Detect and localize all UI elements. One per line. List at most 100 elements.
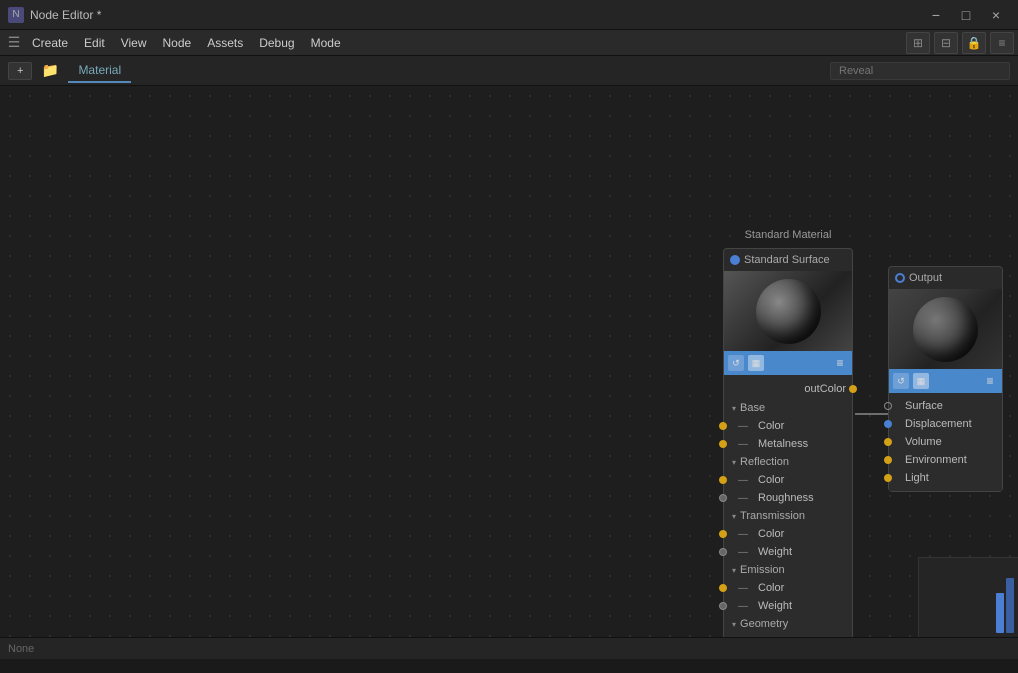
socket-emission-color (719, 584, 727, 592)
section-arrow-transmission: ▾ (732, 512, 736, 521)
socket-reflection-roughness (719, 494, 727, 502)
layout-icon-2[interactable]: ⊟ (934, 32, 958, 54)
menu-node[interactable]: Node (155, 34, 200, 52)
output-title-dot (895, 273, 905, 283)
port-label-output-environment: Environment (895, 454, 967, 466)
menu-right-icons: ⊞ ⊟ 🔒 ≡ (906, 32, 1014, 54)
socket-base-color (719, 422, 727, 430)
menu-view[interactable]: View (113, 34, 155, 52)
section-arrow-geometry: ▾ (732, 620, 736, 629)
socket-transmission-weight (719, 548, 727, 556)
section-label-geometry: Geometry (740, 618, 788, 630)
port-label-base-metalness: Metalness (748, 438, 808, 450)
port-label-output-surface: Surface (895, 400, 943, 412)
port-label-transmission-color: Color (748, 528, 784, 540)
bottom-panel (918, 557, 1018, 637)
node-tab-grid[interactable]: ▦ (748, 355, 764, 371)
window-controls: − □ × (922, 4, 1010, 26)
port-transmission-weight: — Weight (724, 543, 852, 561)
material-tab[interactable]: Material (68, 59, 131, 83)
section-transmission: ▾ Transmission (724, 507, 852, 525)
port-base-metalness: — Metalness (724, 435, 852, 453)
standard-surface-node[interactable]: Standard Material Standard Surface ↺ ▦ ≡… (723, 248, 853, 659)
status-bar: None (0, 637, 1018, 659)
port-transmission-color: — Color (724, 525, 852, 543)
socket-emission-weight (719, 602, 727, 610)
section-label-reflection: Reflection (740, 456, 789, 468)
port-output-environment: Environment (889, 451, 1002, 469)
hamburger-icon[interactable]: ☰ (4, 33, 24, 53)
output-tab-grid[interactable]: ▦ (913, 373, 929, 389)
toolbar: + 📁 Material (0, 56, 1018, 86)
menu-bar: ☰ Create Edit View Node Assets Debug Mod… (0, 30, 1018, 56)
title-bar: N Node Editor * − □ × (0, 0, 1018, 30)
port-emission-weight: — Weight (724, 597, 852, 615)
section-base: ▾ Base (724, 399, 852, 417)
window-title: Node Editor * (30, 8, 922, 22)
node-tab-refresh[interactable]: ↺ (728, 355, 744, 371)
section-label-emission: Emission (740, 564, 785, 576)
output-node-tab-bar: ↺ ▦ ≡ (889, 369, 1002, 393)
section-reflection: ▾ Reflection (724, 453, 852, 471)
lock-icon[interactable]: 🔒 (962, 32, 986, 54)
close-button[interactable]: × (982, 4, 1010, 26)
section-label-transmission: Transmission (740, 510, 805, 522)
output-sphere-preview (913, 297, 978, 362)
status-text: None (8, 643, 34, 655)
menu-edit[interactable]: Edit (76, 34, 113, 52)
node-tab-menu[interactable]: ≡ (832, 355, 848, 371)
section-arrow-base: ▾ (732, 404, 736, 413)
reveal-input[interactable] (830, 62, 1010, 80)
port-emission-color: — Color (724, 579, 852, 597)
layout-icon-1[interactable]: ⊞ (906, 32, 930, 54)
menu-create[interactable]: Create (24, 34, 76, 52)
port-output-light: Light (889, 469, 1002, 487)
port-base-color: — Color (724, 417, 852, 435)
node-title-label: Standard Surface (744, 254, 830, 266)
section-label-base: Base (740, 402, 765, 414)
menu-debug[interactable]: Debug (251, 34, 302, 52)
socket-output-displacement (884, 420, 892, 428)
port-reflection-roughness: — Roughness (724, 489, 852, 507)
menu-assets[interactable]: Assets (199, 34, 251, 52)
socket-output-environment (884, 456, 892, 464)
mini-bars (992, 574, 1018, 637)
canvas-area[interactable]: Standard Material Standard Surface ↺ ▦ ≡… (0, 86, 1018, 659)
add-button[interactable]: + (8, 62, 32, 80)
socket-base-metalness (719, 440, 727, 448)
sphere-preview (756, 279, 821, 344)
section-arrow-emission: ▾ (732, 566, 736, 575)
port-label-emission-weight: Weight (748, 600, 792, 612)
output-tab-refresh[interactable]: ↺ (893, 373, 909, 389)
socket-output-surface (884, 402, 892, 410)
menu-icon[interactable]: ≡ (990, 32, 1014, 54)
socket-reflection-color (719, 476, 727, 484)
node-title-dot (730, 255, 740, 265)
section-geometry: ▾ Geometry (724, 615, 852, 633)
output-port-content: Surface Displacement Volume Environment … (889, 393, 1002, 491)
folder-icon[interactable]: 📁 (40, 61, 60, 81)
port-label-transmission-weight: Weight (748, 546, 792, 558)
output-node-preview (889, 289, 1002, 369)
socket-out-color (849, 385, 857, 393)
connection-lines (0, 86, 1018, 659)
mini-bar-2 (1006, 578, 1014, 633)
port-output-volume: Volume (889, 433, 1002, 451)
output-tab-menu[interactable]: ≡ (982, 373, 998, 389)
node-title-bar: Standard Surface (724, 249, 852, 271)
output-node[interactable]: Output ↺ ▦ ≡ Surface Displacement Volu (888, 266, 1003, 492)
minimize-button[interactable]: − (922, 4, 950, 26)
port-reflection-color: — Color (724, 471, 852, 489)
port-label-output-light: Light (895, 472, 929, 484)
out-color-label: outColor (804, 383, 846, 395)
socket-output-volume (884, 438, 892, 446)
port-label-base-color: Color (748, 420, 784, 432)
node-super-title: Standard Material (724, 229, 852, 241)
maximize-button[interactable]: □ (952, 4, 980, 26)
node-preview (724, 271, 852, 351)
mini-bar-1 (996, 593, 1004, 633)
port-label-output-displacement: Displacement (895, 418, 972, 430)
menu-mode[interactable]: Mode (303, 34, 349, 52)
port-label-output-volume: Volume (895, 436, 942, 448)
port-output-surface: Surface (889, 397, 1002, 415)
